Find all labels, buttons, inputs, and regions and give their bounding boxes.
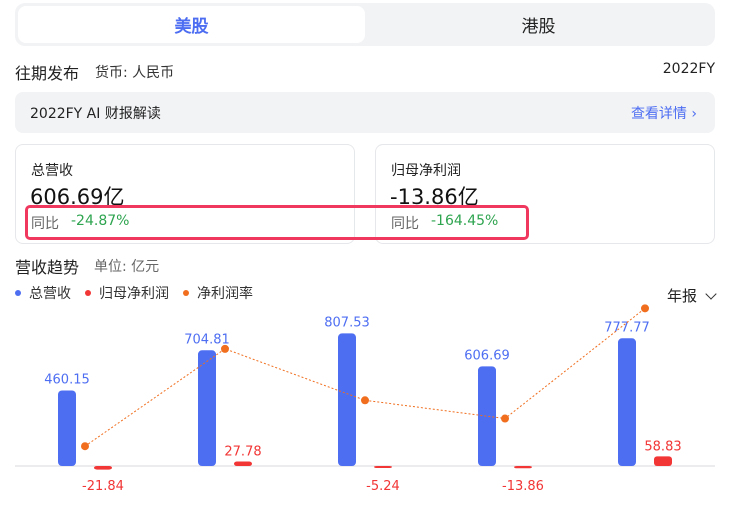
net-profit-value-label: -13.86 <box>502 479 544 494</box>
legend-dot-revenue <box>15 290 21 296</box>
legend-dot-net-profit <box>85 290 91 296</box>
margin-point <box>221 344 229 353</box>
net-profit-value-label: 58.83 <box>644 439 681 454</box>
margin-point <box>501 414 509 423</box>
margin-point <box>361 396 369 405</box>
net-profit-value-label: -21.84 <box>82 479 124 494</box>
legend-dot-margin <box>183 290 189 296</box>
margin-point <box>641 304 649 313</box>
revenue-bar <box>198 350 216 466</box>
currency-label: 货币: 人民币 <box>95 65 175 81</box>
tab-us-stock[interactable]: 美股 <box>18 6 365 43</box>
yoy-highlight-box <box>25 205 529 240</box>
net-profit-bar <box>94 466 112 470</box>
view-details-link[interactable]: 查看详情 › <box>631 103 697 123</box>
net-profit-bar <box>654 456 672 466</box>
net-profit-value-label: 27.78 <box>224 444 261 459</box>
market-tabs: 美股 港股 <box>15 3 715 46</box>
fiscal-year-label[interactable]: 2022FY <box>663 61 715 77</box>
trend-unit: 单位: 亿元 <box>94 259 160 275</box>
ai-report-title: 2022FY AI 财报解读 <box>30 106 161 122</box>
chevron-down-icon <box>705 287 717 300</box>
ai-report-bar[interactable]: 2022FY AI 财报解读 查看详情 › <box>15 92 715 133</box>
trend-title: 营收趋势 <box>15 258 80 277</box>
net-profit-bar <box>234 461 252 466</box>
revenue-bar <box>338 333 356 466</box>
revenue-value-label: 807.53 <box>324 315 370 330</box>
revenue-trend-chart: 460.15 -21.84 704.81 27.78 807.53 -5.24 606.69… <box>15 304 715 494</box>
revenue-bar <box>618 338 636 466</box>
revenue-value-label: 460.15 <box>44 372 90 387</box>
net-profit-bar <box>514 466 532 469</box>
period-title: 往期发布 <box>15 64 80 83</box>
net-profit-label: 归母净利润 <box>391 163 461 179</box>
revenue-label: 总营收 <box>31 163 73 179</box>
net-profit-bar <box>374 466 392 468</box>
revenue-value-label: 606.69 <box>464 348 510 363</box>
revenue-bar <box>58 390 76 466</box>
tab-hk-stock[interactable]: 港股 <box>365 6 712 43</box>
period-row: 往期发布 货币: 人民币 2022FY <box>15 60 715 83</box>
revenue-bar <box>478 366 496 466</box>
margin-point <box>81 442 89 451</box>
revenue-value-label: 704.81 <box>184 332 230 347</box>
net-profit-value-label: -5.24 <box>366 479 400 494</box>
